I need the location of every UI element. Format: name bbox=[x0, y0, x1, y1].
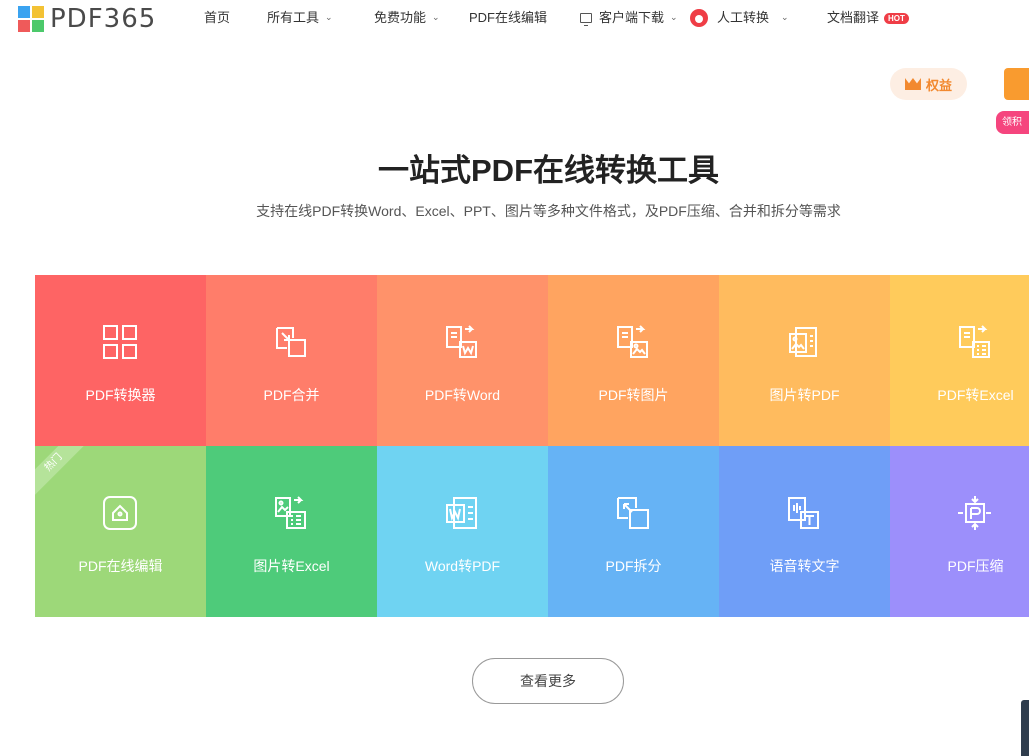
tool-tile-voice-to-text[interactable]: 语音转文字 bbox=[719, 446, 890, 617]
chevron-down-icon: ⌄ bbox=[325, 12, 333, 22]
nav-client-download-label: 客户端下载 bbox=[599, 10, 665, 25]
tool-tile-pdf-to-excel[interactable]: PDF转Excel bbox=[890, 275, 1029, 446]
tool-tile-image-to-excel[interactable]: 图片转Excel bbox=[206, 446, 377, 617]
nav-doc-translate-label: 文档翻译 bbox=[827, 10, 880, 25]
scroll-edge-widget bbox=[1021, 700, 1029, 756]
tool-tile-pdf-to-image[interactable]: PDF转图片 bbox=[548, 275, 719, 446]
benefits-button[interactable]: 权益 bbox=[890, 68, 967, 100]
image-to-pdf-icon bbox=[789, 327, 817, 357]
nav-client-download[interactable]: 客户端下载 ⌄ bbox=[580, 9, 678, 28]
tool-tile-label: PDF转Excel bbox=[937, 387, 1014, 403]
pdf-to-excel-icon bbox=[959, 325, 990, 358]
view-more-button[interactable]: 查看更多 bbox=[472, 658, 624, 704]
grid-icon bbox=[103, 325, 137, 359]
benefits-label: 权益 bbox=[925, 77, 952, 93]
chevron-down-icon: ⌄ bbox=[432, 12, 440, 22]
hot-ribbon: 热门 bbox=[35, 446, 93, 502]
page-title: 一站式PDF在线转换工具 bbox=[378, 153, 719, 188]
tool-tile-label: PDF合并 bbox=[263, 387, 320, 403]
nav-free-features-label: 免费功能 bbox=[374, 10, 427, 25]
logo-mark-icon bbox=[18, 6, 44, 32]
side-float-button[interactable] bbox=[1004, 68, 1029, 100]
image-to-excel-icon bbox=[275, 496, 306, 529]
tool-tile-label: 图片转Excel bbox=[253, 558, 330, 574]
fire-icon bbox=[690, 9, 708, 27]
logo[interactable]: PDF365 bbox=[18, 4, 156, 34]
tools-grid: PDF转换器 PDF合并 PDF转Word PDF转图片 图片转PDF PDF转… bbox=[35, 275, 1029, 617]
nav-manual-convert[interactable]: 人工转换 ⌄ bbox=[717, 9, 789, 28]
nav-home-label: 首页 bbox=[204, 10, 231, 25]
tool-tile-label: PDF转换器 bbox=[85, 387, 156, 403]
tool-tile-pdf-to-word[interactable]: PDF转Word bbox=[377, 275, 548, 446]
tool-tile-label: PDF压缩 bbox=[947, 558, 1004, 574]
nav-free-features[interactable]: 免费功能 ⌄ bbox=[374, 9, 440, 28]
word-to-pdf-icon bbox=[446, 497, 477, 529]
tool-tile-label: 语音转文字 bbox=[769, 558, 840, 574]
tool-tile-label: 图片转PDF bbox=[769, 387, 840, 403]
edit-icon bbox=[103, 496, 137, 530]
nav-doc-translate[interactable]: 文档翻译 bbox=[827, 9, 879, 27]
chevron-down-icon: ⌄ bbox=[670, 12, 678, 22]
nav-manual-convert-label: 人工转换 bbox=[717, 10, 770, 25]
voice-to-text-icon bbox=[788, 497, 819, 529]
claim-points-tab[interactable]: 领积 bbox=[996, 111, 1029, 134]
compress-icon bbox=[958, 496, 991, 530]
tool-tile-image-to-pdf[interactable]: 图片转PDF bbox=[719, 275, 890, 446]
tool-tile-pdf-converter[interactable]: PDF转换器 bbox=[35, 275, 206, 446]
pdf-to-image-icon bbox=[617, 325, 648, 358]
pdf-to-word-icon bbox=[446, 325, 477, 358]
chevron-down-icon: ⌄ bbox=[781, 12, 789, 22]
page-subtitle: 支持在线PDF转换Word、Excel、PPT、图片等多种文件格式，及PDF压缩… bbox=[256, 203, 841, 219]
nav-home[interactable]: 首页 bbox=[204, 9, 230, 27]
tool-tile-label: PDF转图片 bbox=[598, 387, 669, 403]
tool-tile-label: PDF拆分 bbox=[605, 558, 662, 574]
crown-icon bbox=[904, 78, 921, 90]
tool-tile-word-to-pdf[interactable]: Word转PDF bbox=[377, 446, 548, 617]
download-icon bbox=[580, 13, 592, 26]
nav-pdf-online-edit-label: PDF在线编辑 bbox=[469, 10, 548, 25]
nav-all-tools-label: 所有工具 bbox=[267, 10, 320, 25]
top-header: PDF365 首页 所有工具 ⌄ 免费功能 ⌄ PDF在线编辑 客户端下载 ⌄ 人工转… bbox=[0, 0, 1029, 36]
split-icon bbox=[617, 497, 649, 529]
tool-tile-label: PDF在线编辑 bbox=[78, 558, 163, 574]
logo-text: PDF365 bbox=[50, 4, 157, 34]
tool-tile-label: Word转PDF bbox=[424, 558, 501, 574]
tool-tile-pdf-merge[interactable]: PDF合并 bbox=[206, 275, 377, 446]
tool-tile-label: PDF转Word bbox=[424, 387, 501, 403]
tool-tile-pdf-compress[interactable]: PDF压缩 bbox=[890, 446, 1029, 617]
nav-pdf-online-edit[interactable]: PDF在线编辑 bbox=[469, 9, 547, 27]
nav-all-tools[interactable]: 所有工具 ⌄ bbox=[267, 9, 333, 28]
tool-tile-pdf-online-edit[interactable]: 热门 PDF在线编辑 bbox=[35, 446, 206, 617]
tool-tile-pdf-split[interactable]: PDF拆分 bbox=[548, 446, 719, 617]
hot-badge: HOT bbox=[884, 13, 909, 24]
merge-icon bbox=[276, 327, 306, 357]
